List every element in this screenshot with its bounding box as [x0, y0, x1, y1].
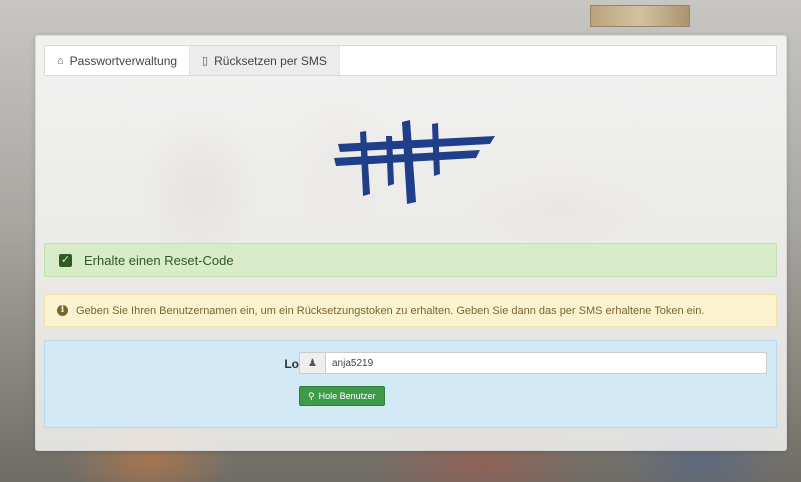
- check-square-icon: ✓: [59, 253, 72, 267]
- background-shelf: [590, 5, 690, 27]
- info-circle-icon: i: [57, 305, 68, 316]
- login-input[interactable]: [325, 352, 767, 374]
- login-input-group: ♟: [299, 352, 767, 374]
- button-label: Hole Benutzer: [318, 391, 376, 401]
- tab-ruecksetzen-sms[interactable]: ▯ Rücksetzen per SMS: [190, 46, 340, 75]
- logo: [334, 120, 495, 204]
- warning-alert: i Geben Sie Ihren Benutzernamen ein, um …: [44, 294, 777, 327]
- hole-benutzer-button[interactable]: ⚲ Hole Benutzer: [299, 386, 385, 406]
- tab-bar: ⌂ Passwortverwaltung ▯ Rücksetzen per SM…: [44, 45, 777, 76]
- login-form: Login ♟ ⚲ Hole Benutzer: [44, 340, 777, 428]
- success-alert-text: Erhalte einen Reset-Code: [84, 252, 234, 268]
- mobile-icon: ▯: [202, 55, 209, 67]
- tab-label: Rücksetzen per SMS: [214, 53, 327, 68]
- tab-passwortverwaltung[interactable]: ⌂ Passwortverwaltung: [45, 46, 191, 75]
- warning-alert-text: Geben Sie Ihren Benutzernamen ein, um ei…: [76, 304, 705, 317]
- home-icon: ⌂: [57, 54, 64, 67]
- tab-label: Passwortverwaltung: [69, 53, 178, 68]
- search-icon: ⚲: [308, 390, 315, 401]
- user-icon: ♟: [299, 352, 325, 374]
- success-alert: ✓ Erhalte einen Reset-Code: [44, 243, 777, 277]
